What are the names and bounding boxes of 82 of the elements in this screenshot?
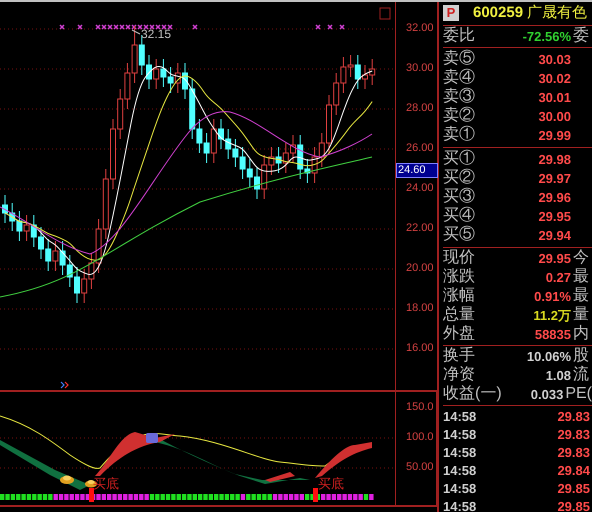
field-value: 29.95 [537, 252, 571, 264]
field-value: 29.97 [537, 172, 571, 184]
field-value: 11.2万 [532, 308, 571, 322]
window-toggle-icon[interactable] [380, 8, 390, 20]
axis-label: 50.00 [406, 462, 434, 473]
field-label: 最 [573, 288, 589, 304]
trade-time: 14:58 [443, 498, 478, 512]
field-value: 29.95 [537, 210, 571, 222]
field-value: 30.03 [537, 52, 571, 66]
buy-signal-label: 买底 [93, 476, 119, 491]
field-label: 买② [443, 170, 476, 186]
axis-label: 28.00 [406, 103, 434, 114]
field-value: 30.00 [537, 110, 571, 122]
field-label: 外盘 [443, 326, 476, 342]
trade-price: 29.85 [556, 498, 590, 512]
field-value: 29.94 [537, 228, 571, 242]
field-label: 净资 [443, 367, 476, 383]
ingot-icon [60, 476, 74, 484]
field-value: 0.033 [530, 388, 564, 400]
trade-price: 29.85 [556, 480, 590, 498]
field-label: 卖⑤ [443, 51, 476, 67]
axis-label: 32.00 [406, 23, 434, 34]
cup-icon [146, 433, 158, 443]
field-label: 委 [573, 28, 589, 44]
field-label: 现价 [443, 250, 476, 266]
current-price-label: 24.60 [396, 163, 438, 178]
field-label: 买④ [443, 208, 476, 224]
stock-title: 600259 广晟有色 [473, 3, 588, 23]
field-value: 30.01 [537, 90, 571, 104]
field-value: 29.98 [537, 152, 571, 166]
buy-signal-label: 买底 [318, 476, 344, 491]
field-label: 卖① [443, 127, 476, 143]
field-label: 买③ [443, 189, 476, 205]
field-label: 内 [573, 326, 589, 342]
field-label: 收益(一) [443, 386, 502, 402]
field-value: 29.96 [537, 190, 571, 204]
field-label: 最 [573, 269, 589, 285]
axis-label: 100.0 [406, 432, 434, 443]
field-value: 0.91% [533, 290, 571, 302]
field-label: 换手 [443, 348, 476, 364]
axis-label: 26.00 [406, 143, 434, 154]
field-value: 10.06% [526, 350, 571, 362]
field-label: PE( [565, 386, 592, 402]
trade-price: 29.84 [556, 462, 590, 480]
axis-label: 18.00 [406, 303, 434, 314]
chevron-icon [60, 382, 69, 388]
axis-label: 24.00 [406, 183, 434, 194]
trade-time: 14:58 [443, 462, 478, 480]
trade-time: 14:58 [443, 480, 478, 498]
high-price-label: 32.15 [141, 27, 172, 41]
field-label: 涨跌 [443, 269, 476, 285]
trade-price: 29.83 [556, 444, 590, 462]
field-label: 股 [573, 348, 589, 364]
field-label: 今 [573, 250, 589, 266]
field-label: 涨幅 [443, 288, 476, 304]
field-label: 卖② [443, 108, 476, 124]
field-label: 卖④ [443, 70, 476, 86]
trade-time: 14:58 [443, 408, 478, 426]
field-label: 量 [573, 307, 589, 323]
field-value: 58835 [534, 328, 571, 340]
field-label: 买① [443, 151, 476, 167]
trade-price: 29.83 [556, 408, 590, 426]
leader-line [132, 30, 140, 34]
field-value: 30.02 [537, 72, 571, 84]
field-value: 29.99 [537, 128, 571, 142]
axis-label: 22.00 [406, 223, 434, 234]
market-badge: P [443, 5, 459, 22]
field-label: 流 [573, 367, 589, 383]
field-value: 1.08 [544, 368, 571, 382]
field-label: 总量 [443, 307, 476, 323]
axis-label: 20.00 [406, 263, 434, 274]
axis-label: 16.00 [406, 343, 434, 354]
trade-price: 29.83 [556, 426, 590, 444]
field-value: -72.56% [522, 30, 571, 42]
field-label: 买⑤ [443, 227, 476, 243]
axis-label: 150.0 [406, 402, 434, 413]
axis-label: 30.00 [406, 63, 434, 74]
trade-time: 14:58 [443, 444, 478, 462]
field-value: 0.27 [544, 270, 571, 284]
field-label: 委比 [443, 28, 476, 44]
field-label: 卖③ [443, 89, 476, 105]
trade-time: 14:58 [443, 426, 478, 444]
